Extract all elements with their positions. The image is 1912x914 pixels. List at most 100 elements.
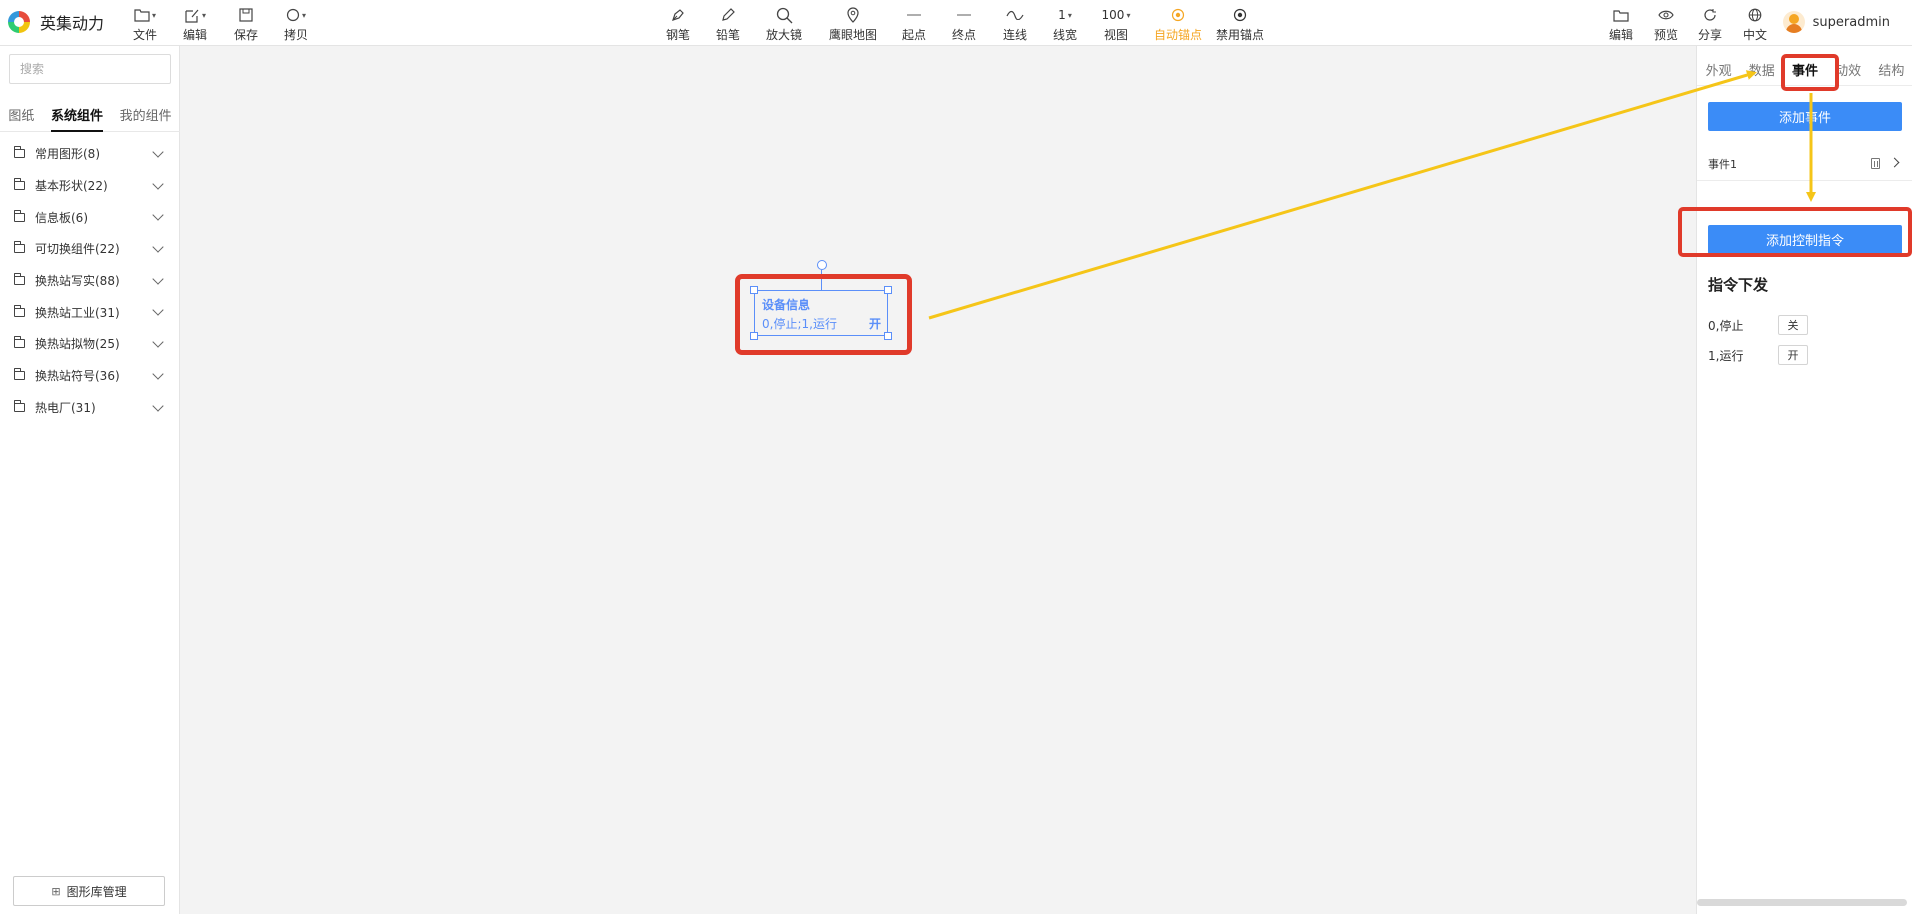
chevron-down-icon <box>152 399 164 412</box>
annotation-highlight <box>735 274 912 355</box>
tab-drawings[interactable]: 图纸 <box>8 106 34 132</box>
category-item[interactable]: 基本形状(22) <box>0 170 180 202</box>
auto-anchor-label: 自动锚点 <box>1153 28 1202 42</box>
tab-structure[interactable]: 结构 <box>1878 56 1904 85</box>
share-label: 分享 <box>1697 28 1722 42</box>
properties-panel: 外观 数据 事件 动效 结构 添加事件 事件1 添加控制指令 指令下发 0,停止… <box>1696 46 1912 914</box>
disable-anchor-tool[interactable]: 禁用锚点 <box>1212 6 1268 43</box>
chevron-down-icon <box>152 273 164 285</box>
chevron-down-icon: ▾ <box>301 10 306 20</box>
tab-my-components[interactable]: 我的组件 <box>120 106 172 132</box>
location-icon <box>847 7 859 23</box>
file-menu-button[interactable]: ▾ 文件 <box>117 6 173 43</box>
right-edit-label: 编辑 <box>1608 28 1633 42</box>
logo-icon <box>8 11 30 33</box>
folder-icon <box>14 146 25 159</box>
language-label: 中文 <box>1742 28 1767 42</box>
rotate-handle[interactable] <box>817 260 827 270</box>
tab-data[interactable]: 数据 <box>1749 56 1775 85</box>
tab-animation[interactable]: 动效 <box>1835 56 1861 85</box>
pen-icon <box>672 9 684 21</box>
line-width-label: 线宽 <box>1052 28 1077 42</box>
end-point-tool[interactable]: 终点 <box>936 6 992 43</box>
folder-icon <box>14 209 25 222</box>
grid-icon: ⊞ <box>51 884 61 898</box>
share-icon <box>1704 9 1716 21</box>
magnifier-icon <box>776 7 792 23</box>
search-input[interactable] <box>9 54 171 84</box>
category-item[interactable]: 可切换组件(22) <box>0 233 180 265</box>
folder-icon <box>14 399 25 412</box>
category-item[interactable]: 信息板(6) <box>0 201 180 233</box>
pencil-label: 铅笔 <box>715 28 740 42</box>
chevron-down-icon <box>152 178 164 190</box>
category-label: 信息板(6) <box>35 210 88 225</box>
copy-label: 拷贝 <box>283 28 308 42</box>
chevron-down-icon: ▾ <box>1126 10 1131 20</box>
event-row[interactable]: 事件1 <box>1708 154 1902 174</box>
start-point-tool[interactable]: 起点 <box>886 6 942 43</box>
view-select[interactable]: 100 ▾ 视图 <box>1088 6 1144 43</box>
pen-label: 钢笔 <box>665 28 690 42</box>
folder-icon <box>14 304 25 317</box>
preview-label: 预览 <box>1653 28 1678 42</box>
pencil-tool[interactable]: 铅笔 <box>700 6 756 43</box>
save-icon <box>239 8 253 22</box>
top-toolbar: 英集动力 ▾ 文件 ▾ 编辑 保存 ▾ 拷贝 钢笔 铅笔 放大镜 鹰眼地图 起点… <box>0 0 1912 46</box>
category-label: 可切换组件(22) <box>35 242 120 257</box>
folder-icon <box>14 241 25 254</box>
save-label: 保存 <box>233 28 258 42</box>
copy-menu-button[interactable]: ▾ 拷贝 <box>268 6 324 43</box>
category-list: 常用图形(8) 基本形状(22) 信息板(6) 可切换组件(22) 换热站写实(… <box>0 138 180 423</box>
category-item[interactable]: 换热站写实(88) <box>0 265 180 297</box>
category-item[interactable]: 换热站符号(36) <box>0 360 180 392</box>
tab-system-components[interactable]: 系统组件 <box>50 106 103 132</box>
end-point-label: 终点 <box>951 28 976 42</box>
category-item[interactable]: 换热站拟物(25) <box>0 328 180 360</box>
add-event-button[interactable]: 添加事件 <box>1708 102 1902 131</box>
edit-menu-button[interactable]: ▾ 编辑 <box>167 6 223 43</box>
pen-tool[interactable]: 钢笔 <box>650 6 706 43</box>
copy-icon <box>286 8 300 22</box>
line-width-select[interactable]: 1 ▾ 线宽 <box>1037 6 1093 43</box>
chevron-right-icon[interactable] <box>1889 157 1900 168</box>
command-off-button[interactable]: 关 <box>1778 315 1808 335</box>
connect-tool[interactable]: 连线 <box>987 6 1043 43</box>
category-label: 换热站工业(31) <box>35 305 120 320</box>
folder-icon <box>14 273 25 286</box>
category-item[interactable]: 热电厂(31) <box>0 392 180 424</box>
start-point-label: 起点 <box>901 28 926 42</box>
tab-appearance[interactable]: 外观 <box>1706 56 1732 85</box>
component-panel: 图纸 系统组件 我的组件 常用图形(8) 基本形状(22) 信息板(6) 可切换… <box>0 46 180 914</box>
chevron-down-icon <box>152 304 164 317</box>
language-button[interactable]: 中文 <box>1727 6 1783 43</box>
component-tabs: 图纸 系统组件 我的组件 <box>0 106 180 132</box>
save-button[interactable]: 保存 <box>218 6 274 43</box>
category-label: 基本形状(22) <box>35 179 108 194</box>
auto-anchor-tool[interactable]: 自动锚点 <box>1150 6 1206 43</box>
edit-icon <box>185 9 199 23</box>
trash-icon[interactable] <box>1871 158 1880 169</box>
command-label: 1,运行 <box>1708 348 1744 363</box>
eagle-map-tool[interactable]: 鹰眼地图 <box>825 6 881 43</box>
anchor-icon <box>1171 8 1185 22</box>
eye-icon <box>1658 10 1674 20</box>
magnifier-tool[interactable]: 放大镜 <box>756 6 812 43</box>
line-width-value: 1 <box>1058 8 1066 22</box>
annotation-highlight <box>1678 207 1912 257</box>
horizontal-scrollbar[interactable] <box>1697 899 1907 906</box>
category-label: 换热站拟物(25) <box>35 337 120 352</box>
category-item[interactable]: 换热站工业(31) <box>0 296 180 328</box>
file-icon <box>134 9 150 22</box>
folder-edit-icon <box>1613 10 1629 22</box>
event-name: 事件1 <box>1708 158 1737 171</box>
annotation-highlight <box>1781 54 1839 91</box>
drawing-canvas[interactable]: 设备信息 0,停止;1,运行 开 <box>180 46 1696 914</box>
gallery-manage-button[interactable]: ⊞ 图形库管理 <box>13 876 165 906</box>
globe-icon <box>1748 8 1762 22</box>
user-menu[interactable]: superadmin <box>1782 11 1890 33</box>
command-on-button[interactable]: 开 <box>1778 345 1808 365</box>
chevron-down-icon <box>152 368 164 380</box>
category-item[interactable]: 常用图形(8) <box>0 138 180 170</box>
category-label: 常用图形(8) <box>35 147 100 162</box>
